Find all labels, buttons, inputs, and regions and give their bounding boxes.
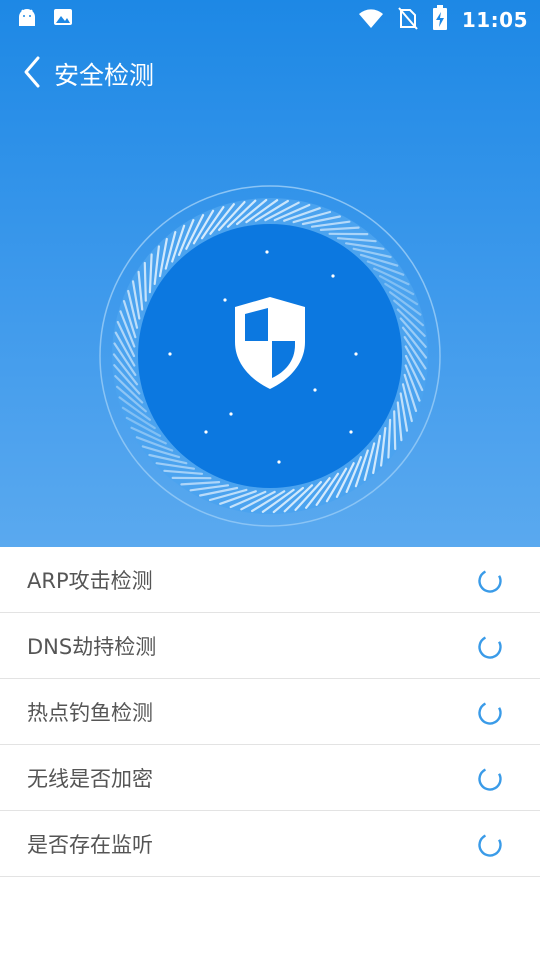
wifi-icon: [358, 7, 384, 33]
sparkle-dot: [168, 352, 172, 356]
image-icon: [52, 6, 74, 32]
check-item-dns[interactable]: DNS劫持检测: [0, 613, 540, 679]
sparkle-dot: [277, 460, 281, 464]
chevron-left-icon: [22, 55, 42, 93]
page-title: 安全检测: [54, 61, 155, 90]
sparkle-dot: [349, 430, 353, 434]
scan-animation: [98, 184, 442, 528]
scan-tick: [393, 410, 397, 451]
sparkle-dot: [265, 250, 269, 254]
scan-tick: [143, 261, 147, 302]
sparkle-dot: [313, 388, 317, 392]
status-bar: 11:05: [0, 0, 540, 36]
check-item-encryption[interactable]: 无线是否加密: [0, 745, 540, 811]
sparkle-dot: [204, 430, 208, 434]
loading-spinner-icon: [478, 767, 502, 791]
top-app-bar: 安全检测: [0, 40, 540, 106]
sparkle-dot: [229, 412, 233, 416]
sparkle-dot: [223, 298, 227, 302]
check-item-label: ARP攻击检测: [27, 568, 153, 593]
loading-spinner-icon: [478, 833, 502, 857]
status-left: [16, 6, 74, 32]
sparkle-dot: [331, 274, 335, 278]
sparkle-dot: [354, 352, 358, 356]
battery-charging-icon: [432, 5, 448, 35]
loading-spinner-icon: [478, 569, 502, 593]
check-item-label: 热点钓鱼检测: [27, 700, 153, 725]
android-icon: [16, 6, 38, 32]
check-list: ARP攻击检测 DNS劫持检测 热点钓鱼检测 无线是否加密 是否存在监听: [0, 547, 540, 877]
check-item-label: 是否存在监听: [27, 832, 153, 857]
check-item-label: DNS劫持检测: [27, 634, 157, 659]
no-sim-icon: [398, 6, 418, 34]
loading-spinner-icon: [478, 635, 502, 659]
loading-spinner-icon: [478, 701, 502, 725]
check-item-hotspot[interactable]: 热点钓鱼检测: [0, 679, 540, 745]
check-item-monitoring[interactable]: 是否存在监听: [0, 811, 540, 877]
check-item-arp[interactable]: ARP攻击检测: [0, 547, 540, 613]
hero-panel: 11:05 安全检测: [0, 0, 540, 547]
status-right: 11:05: [358, 5, 528, 35]
check-item-label: 无线是否加密: [27, 766, 153, 791]
back-button[interactable]: [14, 54, 50, 94]
clock: 11:05: [461, 8, 528, 32]
